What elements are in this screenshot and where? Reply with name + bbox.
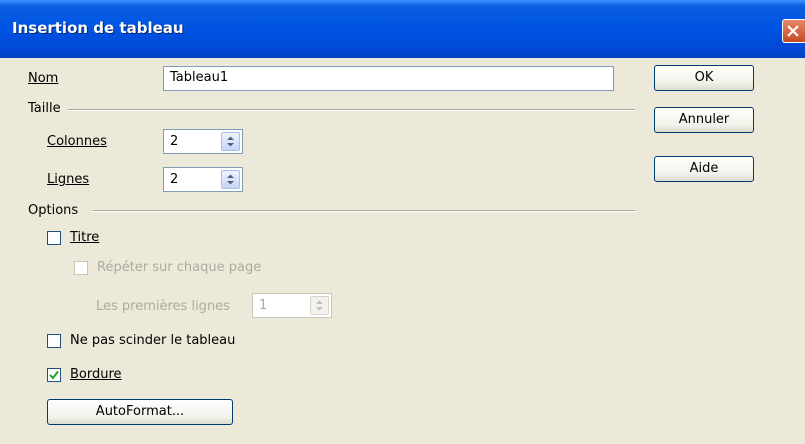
size-separator — [68, 109, 635, 111]
spin-arrows-icon[interactable] — [221, 132, 240, 151]
title-checkbox[interactable] — [47, 231, 61, 245]
size-section-label: Taille — [28, 101, 61, 116]
spin-arrows-icon[interactable] — [221, 170, 240, 189]
no-split-label: Ne pas scinder le tableau — [70, 333, 236, 348]
rows-value: 2 — [170, 172, 179, 187]
columns-spinner[interactable]: 2 — [163, 129, 243, 154]
repeat-checkbox — [74, 261, 88, 275]
cancel-button[interactable]: Annuler — [654, 107, 754, 133]
name-label: Nom — [28, 71, 59, 86]
checkmark-icon — [49, 370, 59, 380]
rows-spinner[interactable]: 2 — [163, 167, 243, 192]
ok-button[interactable]: OK — [654, 65, 754, 91]
border-checkbox[interactable] — [47, 368, 61, 382]
border-label: Bordure — [70, 367, 122, 382]
window-title: Insertion de tableau — [12, 19, 184, 37]
rows-label: Lignes — [47, 172, 90, 187]
columns-label: Colonnes — [47, 134, 107, 149]
first-rows-spinner: 1 — [252, 293, 332, 318]
title-label: Titre — [70, 230, 100, 245]
no-split-checkbox[interactable] — [47, 334, 61, 348]
name-field[interactable]: Tableau1 — [163, 66, 614, 91]
first-rows-label: Les premières lignes — [96, 299, 230, 314]
close-button[interactable] — [782, 19, 805, 43]
spin-arrows-icon — [310, 296, 329, 315]
options-section-label: Options — [28, 203, 79, 218]
repeat-label: Répéter sur chaque page — [97, 260, 262, 275]
autoformat-button[interactable]: AutoFormat... — [47, 399, 233, 425]
columns-value: 2 — [170, 134, 179, 149]
title-bar: Insertion de tableau — [0, 0, 805, 58]
options-separator — [93, 210, 635, 212]
help-button[interactable]: Aide — [654, 156, 754, 182]
first-rows-value: 1 — [259, 298, 268, 313]
close-icon — [787, 25, 799, 37]
